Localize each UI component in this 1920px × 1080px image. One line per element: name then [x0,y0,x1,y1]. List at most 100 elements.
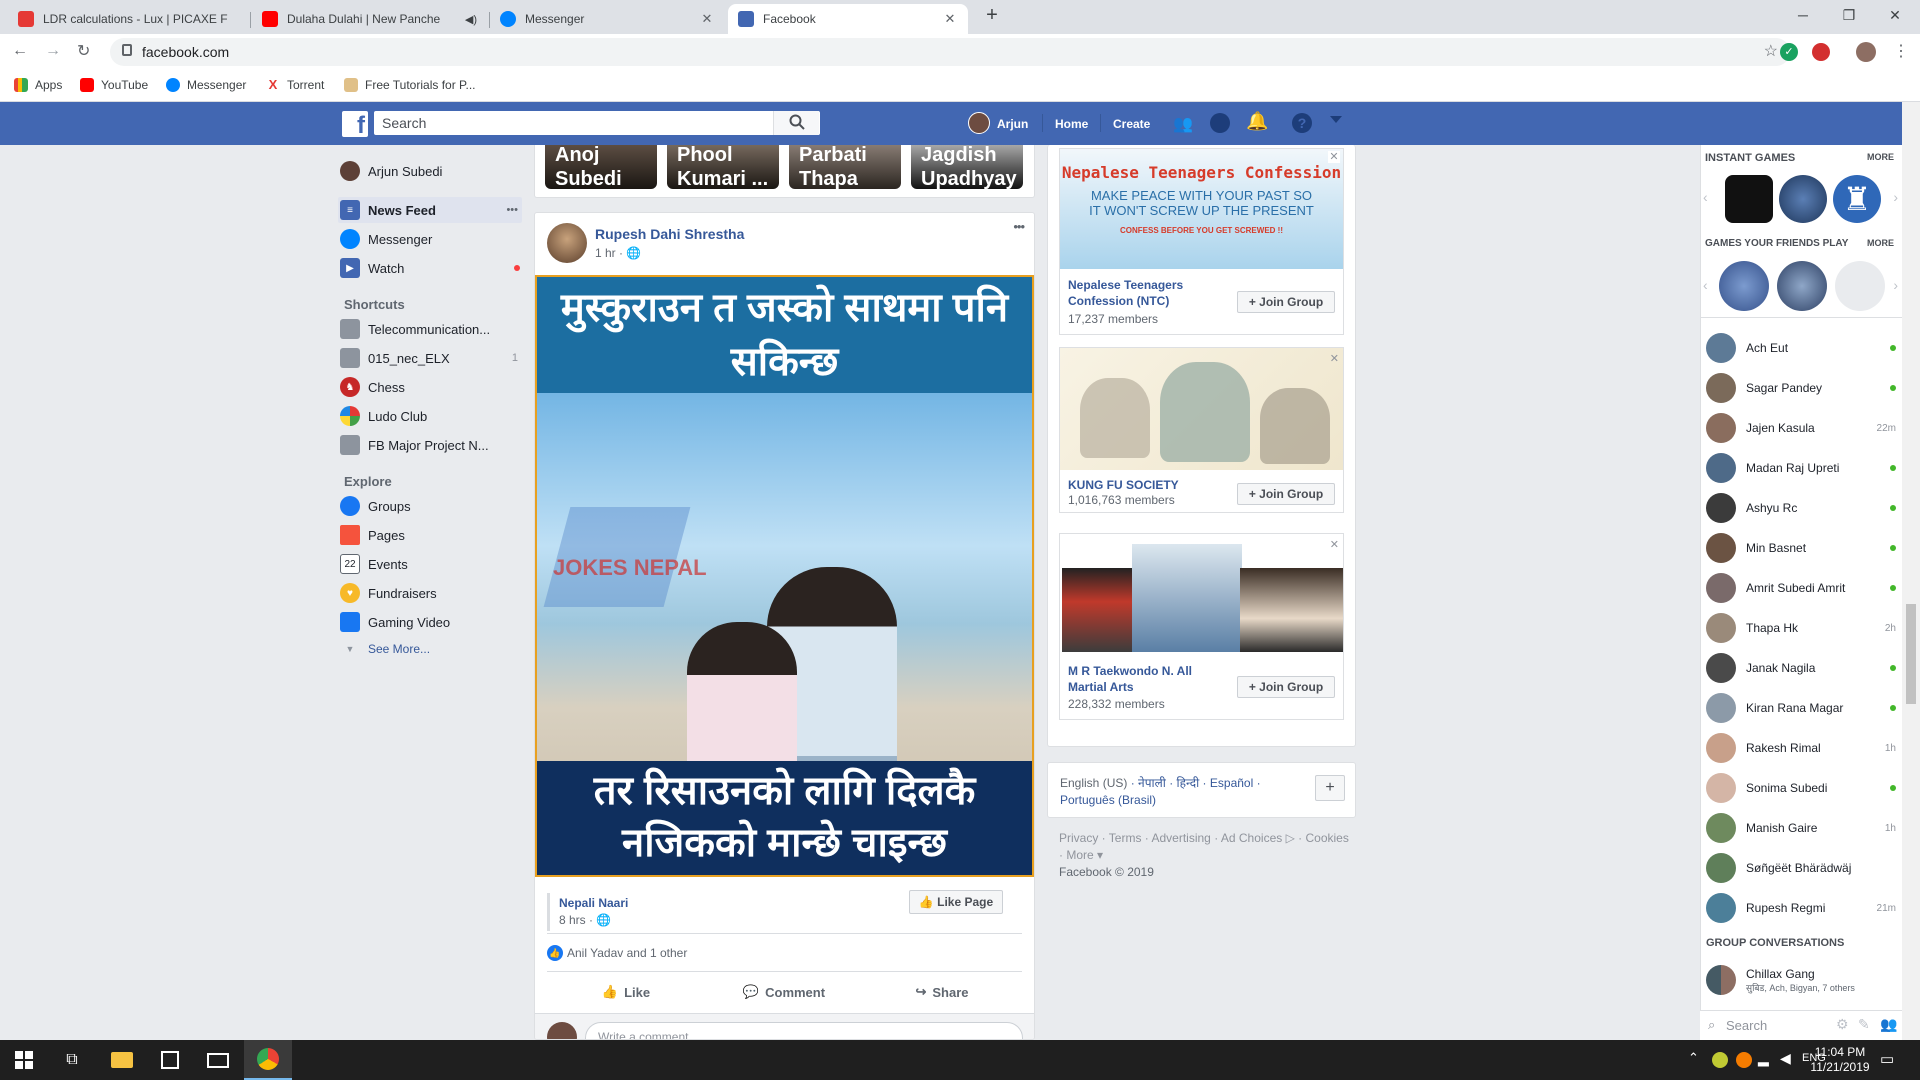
group-banner[interactable] [1060,348,1343,470]
bookmark-apps[interactable]: Apps [14,78,62,92]
reload-icon[interactable]: ↻ [77,41,90,61]
footer-link[interactable]: More [1066,848,1093,862]
network-icon[interactable]: ▂ [1758,1050,1769,1067]
speaker-icon[interactable]: ◀) [465,13,477,26]
minimize-icon[interactable]: ─ [1780,0,1826,30]
user-avatar[interactable] [968,112,990,134]
chat-search-input[interactable]: Search [1726,1018,1767,1033]
chrome-taskbar-icon[interactable] [244,1040,292,1080]
post-image[interactable]: मुस्कुराउन त जस्को साथमा पनि सकिन्छ JOKE… [535,275,1034,877]
share-button[interactable]: ↪ Share [863,975,1021,1009]
scrollbar-thumb[interactable] [1906,604,1916,704]
story-card[interactable]: Jagdish Upadhyay [911,145,1023,189]
like-page-button[interactable]: 👍 Like Page [909,890,1003,914]
story-card[interactable]: Parbati Thapa [789,145,901,189]
extension-check-icon[interactable]: ✓ [1780,43,1798,61]
contact-row[interactable]: Søñgëët Bhärädwäj [1706,850,1896,886]
facebook-logo[interactable]: f [342,111,368,139]
more-link[interactable]: MORE [1867,152,1894,162]
game-thumbnail[interactable] [1725,175,1773,223]
shortcut-item[interactable]: ♞ Chess [340,374,524,400]
shortcut-item[interactable]: 015_nec_ELX 1 [340,345,524,371]
left-nav-messenger[interactable]: Messenger [340,226,524,252]
new-tab-button[interactable]: + [978,4,1006,32]
file-explorer-icon[interactable] [98,1040,146,1080]
facebook-search-input[interactable]: Search [374,111,820,135]
bookmark-youtube[interactable]: YouTube [80,78,148,92]
contact-row[interactable]: Ashyu Rc [1706,490,1896,526]
close-icon[interactable]: ✕ [1328,151,1340,163]
contact-row[interactable]: Madan Raj Upreti [1706,450,1896,486]
shared-page-name[interactable]: Nepali Naari [559,896,628,910]
back-icon[interactable]: ← [12,42,28,60]
compose-icon[interactable]: ✎ [1858,1016,1870,1033]
group-name[interactable]: KUNG FU SOCIETY [1068,477,1179,493]
notifications-bell-icon[interactable]: 🔔 [1246,111,1268,132]
contact-row[interactable]: Sonima Subedi [1706,770,1896,806]
contact-row[interactable]: Amrit Subedi Amrit [1706,570,1896,606]
explore-item-pages[interactable]: Pages [340,522,524,548]
join-group-button[interactable]: + Join Group [1237,483,1335,505]
search-button[interactable] [773,111,819,135]
footer-link[interactable]: Terms [1109,831,1142,845]
chevron-right-icon[interactable]: › [1893,277,1898,293]
bookmark-messenger[interactable]: Messenger [166,78,246,92]
tray-chevron-up-icon[interactable]: ⌃ [1688,1050,1699,1066]
join-group-button[interactable]: + Join Group [1237,291,1335,313]
avatar[interactable] [547,223,587,263]
contact-row[interactable]: Janak Nagila [1706,650,1896,686]
contact-row[interactable]: Kiran Rana Magar [1706,690,1896,726]
add-language-button[interactable]: + [1315,775,1345,801]
language-link[interactable]: हिन्दी [1177,776,1200,790]
extension-stop-icon[interactable] [1812,43,1830,61]
contact-row[interactable]: Ach Eut [1706,330,1896,366]
chevron-left-icon[interactable]: ‹ [1703,277,1708,293]
game-thumbnail[interactable] [1779,175,1827,223]
join-group-button[interactable]: + Join Group [1237,676,1335,698]
footer-link[interactable]: Ad Choices [1221,831,1282,845]
chrome-menu-icon[interactable]: ⋮ [1893,41,1909,61]
like-button[interactable]: 👍 Like [547,975,705,1009]
bookmark-tutorials[interactable]: Free Tutorials for P... [344,78,476,92]
browser-tab-active[interactable]: Facebook ✕ [728,4,968,34]
task-view-icon[interactable]: ⧉ [48,1040,96,1080]
close-tab-icon[interactable]: ✕ [699,11,715,27]
story-card[interactable]: Anoj Subedi [545,145,657,189]
shortcut-item[interactable]: FB Major Project N... [340,432,524,458]
store-icon[interactable] [146,1040,194,1080]
footer-link[interactable]: Privacy [1059,831,1098,845]
explore-item-fundraisers[interactable]: ♥ Fundraisers [340,580,524,606]
bookmark-star-icon[interactable]: ☆ [1764,41,1778,61]
left-nav-news-feed[interactable]: ≡ News Feed ••• [338,197,522,223]
nav-home[interactable]: Home [1055,117,1088,131]
language-link[interactable]: Español [1210,776,1253,790]
help-icon[interactable]: ? [1292,113,1312,133]
notifications-icon[interactable]: ▭ [1880,1050,1894,1068]
language-link[interactable]: नेपाली [1138,776,1166,790]
group-name[interactable]: Nepalese Teenagers Confession (NTC) [1068,277,1238,309]
more-link[interactable]: MORE [1867,238,1894,248]
url-text[interactable]: facebook.com [142,44,229,60]
language-link[interactable]: Português (Brasil) [1060,793,1156,807]
tray-app-icon[interactable] [1712,1052,1728,1068]
more-options-icon[interactable]: ••• [506,204,518,216]
shortcut-item[interactable]: Telecommunication... [340,316,524,342]
shortcut-item[interactable]: Ludo Club [340,403,524,429]
restore-icon[interactable]: ❐ [1826,0,1872,30]
forward-icon[interactable]: → [45,42,61,60]
messenger-icon[interactable] [1210,113,1230,133]
comment-input[interactable]: Write a comment... [585,1022,1023,1039]
footer-link[interactable]: Advertising [1151,831,1210,845]
left-nav-profile[interactable]: Arjun Subedi [340,158,524,184]
reactions-summary[interactable]: 👍 Anil Yadav and 1 other [547,945,687,961]
close-icon[interactable]: ✕ [1330,538,1339,551]
group-banner[interactable]: Nepalese Teenagers Confession MAKE PEACE… [1060,149,1343,269]
game-thumbnail[interactable] [1835,261,1885,311]
story-card[interactable]: Phool Kumari ... [667,145,779,189]
group-chat-icon[interactable]: 👥 [1880,1016,1897,1033]
close-icon[interactable]: ✕ [1330,352,1339,365]
profile-avatar[interactable] [1856,42,1876,62]
browser-tab[interactable]: Dulaha Dulahi | New Panche ◀) [252,4,487,34]
omnibox[interactable]: facebook.com ☆ [110,38,1790,66]
explore-item-groups[interactable]: Groups [340,493,524,519]
